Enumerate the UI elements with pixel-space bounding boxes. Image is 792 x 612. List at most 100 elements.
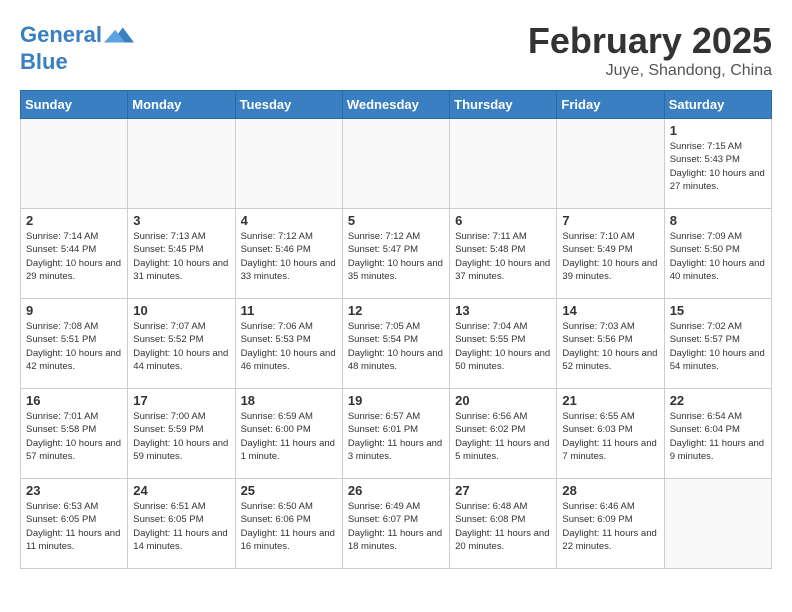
calendar-cell bbox=[235, 119, 342, 209]
day-info: Sunrise: 7:05 AM Sunset: 5:54 PM Dayligh… bbox=[348, 320, 444, 373]
calendar-week-2: 2 Sunrise: 7:14 AM Sunset: 5:44 PM Daylig… bbox=[21, 209, 772, 299]
day-info: Sunrise: 7:03 AM Sunset: 5:56 PM Dayligh… bbox=[562, 320, 658, 373]
day-info: Sunrise: 6:55 AM Sunset: 6:03 PM Dayligh… bbox=[562, 410, 658, 463]
weekday-header-thursday: Thursday bbox=[450, 91, 557, 119]
day-info: Sunrise: 7:06 AM Sunset: 5:53 PM Dayligh… bbox=[241, 320, 337, 373]
day-number: 13 bbox=[455, 303, 551, 318]
calendar-cell: 27 Sunrise: 6:48 AM Sunset: 6:08 PM Dayli… bbox=[450, 479, 557, 569]
calendar-cell: 9 Sunrise: 7:08 AM Sunset: 5:51 PM Daylig… bbox=[21, 299, 128, 389]
day-number: 20 bbox=[455, 393, 551, 408]
calendar-cell: 26 Sunrise: 6:49 AM Sunset: 6:07 PM Dayli… bbox=[342, 479, 449, 569]
calendar-cell: 6 Sunrise: 7:11 AM Sunset: 5:48 PM Daylig… bbox=[450, 209, 557, 299]
day-number: 18 bbox=[241, 393, 337, 408]
logo-text: General bbox=[20, 23, 102, 47]
day-number: 7 bbox=[562, 213, 658, 228]
weekday-header-sunday: Sunday bbox=[21, 91, 128, 119]
day-number: 24 bbox=[133, 483, 229, 498]
calendar-cell: 23 Sunrise: 6:53 AM Sunset: 6:05 PM Dayli… bbox=[21, 479, 128, 569]
day-number: 6 bbox=[455, 213, 551, 228]
day-info: Sunrise: 7:08 AM Sunset: 5:51 PM Dayligh… bbox=[26, 320, 122, 373]
day-number: 15 bbox=[670, 303, 766, 318]
page-header: General Blue February 2025 Juye, Shandon… bbox=[20, 20, 772, 80]
calendar-week-4: 16Sunrise: 7:01 AM Sunset: 5:58 PM Dayli… bbox=[21, 389, 772, 479]
calendar-cell: 16Sunrise: 7:01 AM Sunset: 5:58 PM Dayli… bbox=[21, 389, 128, 479]
calendar-cell: 5 Sunrise: 7:12 AM Sunset: 5:47 PM Daylig… bbox=[342, 209, 449, 299]
day-info: Sunrise: 6:49 AM Sunset: 6:07 PM Dayligh… bbox=[348, 500, 444, 553]
calendar-cell: 20 Sunrise: 6:56 AM Sunset: 6:02 PM Dayli… bbox=[450, 389, 557, 479]
day-number: 3 bbox=[133, 213, 229, 228]
weekday-header-friday: Friday bbox=[557, 91, 664, 119]
day-info: Sunrise: 7:12 AM Sunset: 5:46 PM Dayligh… bbox=[241, 230, 337, 283]
day-number: 14 bbox=[562, 303, 658, 318]
calendar-week-5: 23 Sunrise: 6:53 AM Sunset: 6:05 PM Dayli… bbox=[21, 479, 772, 569]
calendar-cell bbox=[21, 119, 128, 209]
calendar-cell bbox=[342, 119, 449, 209]
day-number: 11 bbox=[241, 303, 337, 318]
calendar-cell bbox=[450, 119, 557, 209]
day-number: 12 bbox=[348, 303, 444, 318]
calendar-cell: 7 Sunrise: 7:10 AM Sunset: 5:49 PM Daylig… bbox=[557, 209, 664, 299]
day-info: Sunrise: 6:59 AM Sunset: 6:00 PM Dayligh… bbox=[241, 410, 337, 463]
calendar-cell: 1Sunrise: 7:15 AM Sunset: 5:43 PM Daylig… bbox=[664, 119, 771, 209]
weekday-header-saturday: Saturday bbox=[664, 91, 771, 119]
calendar-week-3: 9 Sunrise: 7:08 AM Sunset: 5:51 PM Daylig… bbox=[21, 299, 772, 389]
calendar-cell: 19Sunrise: 6:57 AM Sunset: 6:01 PM Dayli… bbox=[342, 389, 449, 479]
calendar-cell: 12 Sunrise: 7:05 AM Sunset: 5:54 PM Dayli… bbox=[342, 299, 449, 389]
day-info: Sunrise: 6:56 AM Sunset: 6:02 PM Dayligh… bbox=[455, 410, 551, 463]
day-info: Sunrise: 7:02 AM Sunset: 5:57 PM Dayligh… bbox=[670, 320, 766, 373]
day-info: Sunrise: 7:07 AM Sunset: 5:52 PM Dayligh… bbox=[133, 320, 229, 373]
day-info: Sunrise: 6:51 AM Sunset: 6:05 PM Dayligh… bbox=[133, 500, 229, 553]
day-info: Sunrise: 7:14 AM Sunset: 5:44 PM Dayligh… bbox=[26, 230, 122, 283]
calendar-cell bbox=[128, 119, 235, 209]
day-info: Sunrise: 7:10 AM Sunset: 5:49 PM Dayligh… bbox=[562, 230, 658, 283]
calendar-cell: 21 Sunrise: 6:55 AM Sunset: 6:03 PM Dayli… bbox=[557, 389, 664, 479]
day-number: 23 bbox=[26, 483, 122, 498]
calendar-cell: 14 Sunrise: 7:03 AM Sunset: 5:56 PM Dayli… bbox=[557, 299, 664, 389]
day-number: 26 bbox=[348, 483, 444, 498]
day-info: Sunrise: 6:53 AM Sunset: 6:05 PM Dayligh… bbox=[26, 500, 122, 553]
weekday-header-row: SundayMondayTuesdayWednesdayThursdayFrid… bbox=[21, 91, 772, 119]
day-number: 28 bbox=[562, 483, 658, 498]
day-number: 9 bbox=[26, 303, 122, 318]
day-info: Sunrise: 6:46 AM Sunset: 6:09 PM Dayligh… bbox=[562, 500, 658, 553]
day-number: 22 bbox=[670, 393, 766, 408]
day-info: Sunrise: 7:13 AM Sunset: 5:45 PM Dayligh… bbox=[133, 230, 229, 283]
calendar-cell: 11 Sunrise: 7:06 AM Sunset: 5:53 PM Dayli… bbox=[235, 299, 342, 389]
calendar-cell: 8 Sunrise: 7:09 AM Sunset: 5:50 PM Daylig… bbox=[664, 209, 771, 299]
day-number: 21 bbox=[562, 393, 658, 408]
calendar-cell: 22 Sunrise: 6:54 AM Sunset: 6:04 PM Dayli… bbox=[664, 389, 771, 479]
day-info: Sunrise: 7:12 AM Sunset: 5:47 PM Dayligh… bbox=[348, 230, 444, 283]
day-info: Sunrise: 6:50 AM Sunset: 6:06 PM Dayligh… bbox=[241, 500, 337, 553]
day-number: 17 bbox=[133, 393, 229, 408]
location: Juye, Shandong, China bbox=[528, 62, 772, 80]
calendar-cell: 24 Sunrise: 6:51 AM Sunset: 6:05 PM Dayli… bbox=[128, 479, 235, 569]
weekday-header-monday: Monday bbox=[128, 91, 235, 119]
logo-icon bbox=[104, 20, 134, 50]
calendar-cell: 4 Sunrise: 7:12 AM Sunset: 5:46 PM Daylig… bbox=[235, 209, 342, 299]
calendar-week-1: 1Sunrise: 7:15 AM Sunset: 5:43 PM Daylig… bbox=[21, 119, 772, 209]
calendar-cell: 10Sunrise: 7:07 AM Sunset: 5:52 PM Dayli… bbox=[128, 299, 235, 389]
day-info: Sunrise: 6:57 AM Sunset: 6:01 PM Dayligh… bbox=[348, 410, 444, 463]
day-number: 8 bbox=[670, 213, 766, 228]
day-info: Sunrise: 6:48 AM Sunset: 6:08 PM Dayligh… bbox=[455, 500, 551, 553]
day-info: Sunrise: 7:11 AM Sunset: 5:48 PM Dayligh… bbox=[455, 230, 551, 283]
title-block: February 2025 Juye, Shandong, China bbox=[528, 20, 772, 80]
calendar-cell: 28 Sunrise: 6:46 AM Sunset: 6:09 PM Dayli… bbox=[557, 479, 664, 569]
day-info: Sunrise: 7:04 AM Sunset: 5:55 PM Dayligh… bbox=[455, 320, 551, 373]
day-number: 4 bbox=[241, 213, 337, 228]
day-number: 2 bbox=[26, 213, 122, 228]
logo: General Blue bbox=[20, 20, 134, 74]
day-info: Sunrise: 7:01 AM Sunset: 5:58 PM Dayligh… bbox=[26, 410, 122, 463]
calendar-cell: 17 Sunrise: 7:00 AM Sunset: 5:59 PM Dayli… bbox=[128, 389, 235, 479]
day-info: Sunrise: 6:54 AM Sunset: 6:04 PM Dayligh… bbox=[670, 410, 766, 463]
calendar-cell: 13 Sunrise: 7:04 AM Sunset: 5:55 PM Dayli… bbox=[450, 299, 557, 389]
day-info: Sunrise: 7:09 AM Sunset: 5:50 PM Dayligh… bbox=[670, 230, 766, 283]
day-info: Sunrise: 7:00 AM Sunset: 5:59 PM Dayligh… bbox=[133, 410, 229, 463]
calendar-cell bbox=[557, 119, 664, 209]
weekday-header-tuesday: Tuesday bbox=[235, 91, 342, 119]
calendar-cell: 18 Sunrise: 6:59 AM Sunset: 6:00 PM Dayli… bbox=[235, 389, 342, 479]
logo-blue-text: Blue bbox=[20, 50, 134, 74]
day-number: 5 bbox=[348, 213, 444, 228]
calendar-cell bbox=[664, 479, 771, 569]
day-number: 27 bbox=[455, 483, 551, 498]
